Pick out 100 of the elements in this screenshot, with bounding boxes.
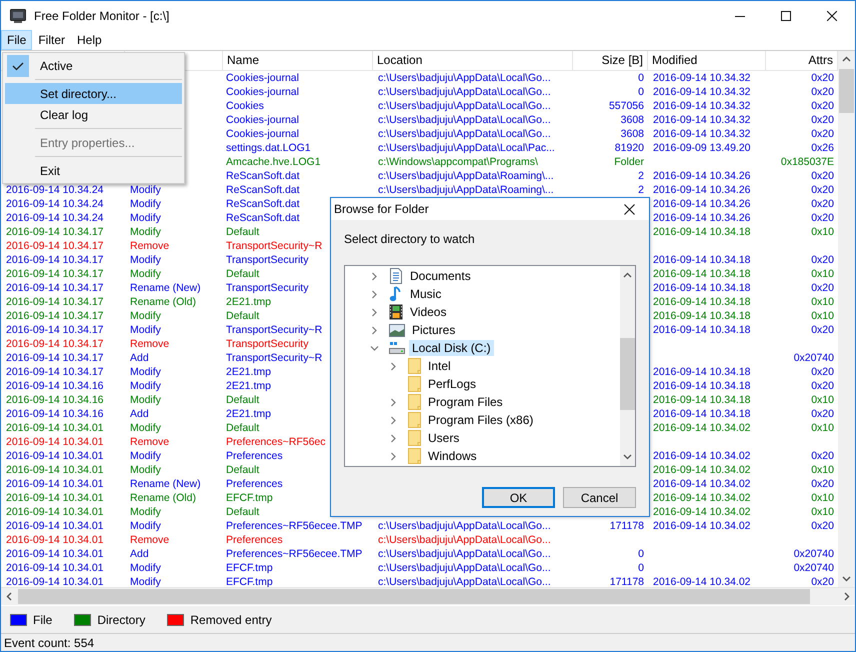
tree-item[interactable]: Music bbox=[407, 286, 444, 302]
ok-button[interactable]: OK bbox=[482, 487, 555, 508]
table-cell: 2016-09-14 10.34.01 bbox=[6, 534, 104, 546]
table-cell: 2016-09-14 10.34.01 bbox=[6, 520, 104, 532]
tree-item[interactable]: Program Files bbox=[425, 394, 506, 410]
horizontal-scrollbar[interactable] bbox=[1, 587, 855, 605]
table-cell: Cookies-journal bbox=[226, 72, 299, 84]
table-cell: 2 bbox=[638, 170, 644, 182]
tree-item[interactable]: PerfLogs bbox=[425, 376, 480, 392]
folder-icon bbox=[408, 358, 421, 374]
tree-item[interactable]: Videos bbox=[407, 304, 450, 320]
table-cell: 0x20 bbox=[811, 478, 834, 490]
table-cell: Preferences bbox=[226, 450, 283, 462]
table-cell: Modify bbox=[130, 520, 161, 532]
table-cell: 2016-09-14 10.34.02 bbox=[653, 478, 750, 490]
scroll-down-icon[interactable] bbox=[842, 576, 851, 582]
menu-item[interactable]: Set directory... bbox=[5, 83, 182, 104]
chevron-right-icon[interactable] bbox=[389, 416, 398, 424]
tree-item[interactable]: Users bbox=[425, 430, 462, 446]
column-header[interactable]: Name bbox=[223, 51, 373, 70]
menu-item[interactable]: Clear log bbox=[5, 104, 182, 125]
scrollbar-thumb[interactable] bbox=[839, 69, 854, 113]
table-cell: Modify bbox=[130, 254, 161, 266]
table-cell: 2016-09-14 10.34.24 bbox=[6, 212, 104, 224]
table-cell: Rename (New) bbox=[130, 478, 201, 490]
chevron-right-icon[interactable] bbox=[389, 452, 398, 460]
table-cell: Modify bbox=[130, 576, 161, 587]
table-cell: 0 bbox=[638, 548, 644, 560]
maximize-icon bbox=[781, 10, 791, 20]
table-cell: Remove bbox=[130, 240, 170, 252]
scroll-up-icon[interactable] bbox=[623, 272, 632, 278]
folder-icon bbox=[408, 430, 421, 446]
table-cell: 2016-09-14 10.34.02 bbox=[653, 450, 750, 462]
scrollbar-thumb[interactable] bbox=[620, 338, 635, 410]
tree-item[interactable]: Intel bbox=[425, 358, 454, 374]
table-cell: Preferences bbox=[226, 478, 283, 490]
table-cell: 0x26 bbox=[811, 142, 834, 154]
scroll-right-icon[interactable] bbox=[844, 592, 850, 601]
table-cell: 2016-09-14 10.34.24 bbox=[6, 198, 104, 210]
table-cell: 0x20 bbox=[811, 254, 834, 266]
table-cell: 2E21.tmp bbox=[226, 380, 271, 392]
table-cell: Remove bbox=[130, 534, 170, 546]
table-cell: c:\Users\badjuju\AppData\Local\Go... bbox=[378, 534, 551, 546]
tree-item[interactable]: Program Files (x86) bbox=[425, 412, 536, 428]
table-cell: Modify bbox=[130, 380, 161, 392]
scroll-down-icon[interactable] bbox=[623, 454, 632, 460]
table-cell: Modify bbox=[130, 310, 161, 322]
scrollbar-thumb[interactable] bbox=[18, 589, 810, 604]
chevron-right-icon[interactable] bbox=[389, 434, 398, 442]
music-note-icon bbox=[389, 286, 403, 302]
vertical-scrollbar[interactable] bbox=[620, 266, 635, 466]
table-cell: c:\Users\badjuju\AppData\Local\Pac... bbox=[378, 142, 555, 154]
tree-item[interactable]: Local Disk (C:) bbox=[409, 340, 494, 356]
table-cell: 2016-09-14 10.34.17 bbox=[6, 240, 104, 252]
column-header[interactable]: Size [B] bbox=[573, 51, 648, 70]
table-cell: 2016-09-14 10.34.32 bbox=[653, 86, 750, 98]
table-cell: 0x20 bbox=[811, 100, 834, 112]
table-cell: c:\Users\badjuju\AppData\Local\Go... bbox=[378, 86, 551, 98]
tree-item[interactable]: Pictures bbox=[409, 322, 458, 338]
vertical-scrollbar[interactable] bbox=[838, 51, 855, 587]
chevron-right-icon[interactable] bbox=[389, 398, 398, 406]
table-cell: 2 bbox=[638, 184, 644, 196]
table-cell: Rename (Old) bbox=[130, 296, 196, 308]
table-cell: 2016-09-14 10.34.26 bbox=[653, 198, 750, 210]
table-cell: c:\Users\badjuju\AppData\Local\Go... bbox=[378, 562, 551, 574]
table-cell: 2016-09-14 10.34.18 bbox=[653, 408, 750, 420]
chevron-right-icon[interactable] bbox=[370, 272, 379, 280]
menu-item[interactable]: File bbox=[1, 30, 32, 50]
chevron-right-icon[interactable] bbox=[389, 362, 398, 370]
dialog-prompt: Select directory to watch bbox=[344, 232, 476, 246]
table-cell: Rename (Old) bbox=[130, 492, 196, 504]
tree-item[interactable]: Documents bbox=[407, 268, 474, 284]
table-cell: 2016-09-14 10.34.32 bbox=[653, 114, 750, 126]
menu-item[interactable]: Active bbox=[5, 55, 182, 76]
table-cell: 2016-09-14 10.34.01 bbox=[6, 464, 104, 476]
menu-item[interactable]: Filter bbox=[32, 30, 72, 50]
table-cell: Remove bbox=[130, 436, 170, 448]
table-cell: Default bbox=[226, 394, 260, 406]
menu-item[interactable]: Help bbox=[71, 30, 108, 50]
table-cell: 2016-09-14 10.34.17 bbox=[6, 310, 104, 322]
close-icon[interactable] bbox=[624, 204, 635, 214]
scroll-left-icon[interactable] bbox=[6, 592, 12, 601]
table-cell: 0x20 bbox=[811, 212, 834, 224]
tree-item[interactable]: Windows bbox=[425, 448, 480, 464]
table-cell: 0x10 bbox=[811, 268, 834, 280]
chevron-right-icon[interactable] bbox=[370, 308, 379, 316]
table-cell: 2016-09-14 10.34.17 bbox=[6, 352, 104, 364]
chevron-right-icon[interactable] bbox=[370, 290, 379, 298]
table-cell: 2016-09-14 10.34.32 bbox=[653, 72, 750, 84]
chevron-right-icon[interactable] bbox=[370, 326, 379, 334]
scroll-up-icon[interactable] bbox=[842, 56, 851, 62]
table-cell: 2E21.tmp bbox=[226, 296, 271, 308]
chevron-down-icon[interactable] bbox=[370, 344, 379, 352]
table-cell: 2016-09-14 10.34.18 bbox=[653, 226, 750, 238]
menu-item[interactable]: Exit bbox=[5, 160, 182, 181]
cancel-button[interactable]: Cancel bbox=[563, 487, 636, 508]
table-cell: Add bbox=[130, 408, 149, 420]
column-header[interactable]: Location bbox=[373, 51, 573, 70]
column-header[interactable]: Modified bbox=[648, 51, 766, 70]
table-cell: Default bbox=[226, 464, 260, 476]
